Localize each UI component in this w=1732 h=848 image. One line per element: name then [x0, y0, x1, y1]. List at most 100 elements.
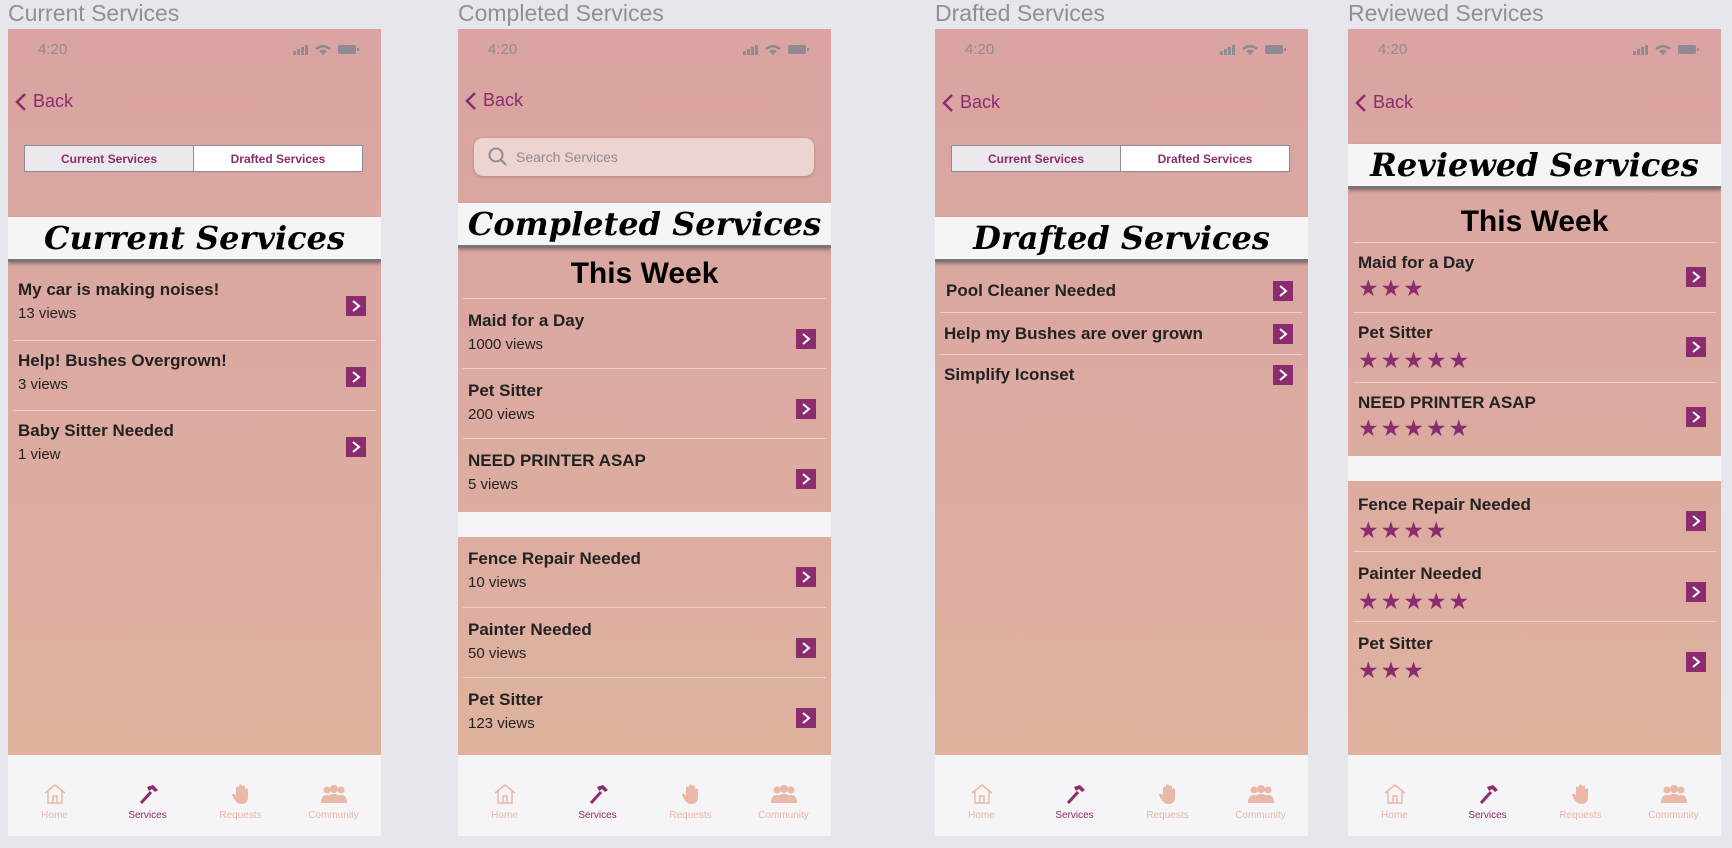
item-views: 1 view — [18, 446, 61, 463]
chevron-right-icon[interactable] — [346, 437, 366, 457]
list-item[interactable]: NEED PRINTER ASAP 5 views — [463, 438, 826, 509]
list-item[interactable]: Pet Sitter 123 views — [463, 677, 826, 748]
tab-services[interactable]: Services — [551, 783, 644, 821]
hammer-icon — [139, 785, 158, 805]
list-item[interactable]: Pet Sitter ★★★★★ — [1353, 312, 1716, 383]
chevron-right-icon[interactable] — [1273, 324, 1293, 344]
tab-services-label: Services — [128, 810, 167, 821]
tab-community[interactable]: Community — [287, 783, 380, 821]
search-input[interactable]: Search Services — [474, 138, 814, 176]
chevron-right-icon[interactable] — [1686, 407, 1706, 427]
tab-home-label: Home — [968, 810, 995, 821]
item-title: Pet Sitter — [1358, 634, 1433, 653]
tab-community[interactable]: Community — [737, 783, 830, 821]
list-item[interactable]: Painter Needed 50 views — [463, 607, 826, 678]
tab-requests[interactable]: Requests — [1121, 783, 1214, 821]
tab-services[interactable]: Services — [1028, 783, 1121, 821]
rating-stars: ★★★ — [1358, 657, 1426, 683]
tab-requests-label: Requests — [1146, 810, 1189, 821]
tab-services-label: Services — [578, 810, 617, 821]
tab-requests[interactable]: Requests — [194, 783, 287, 821]
back-button[interactable]: Back — [942, 92, 1000, 113]
tab-bar: Home Services Requests Community — [935, 755, 1308, 836]
back-button[interactable]: Back — [15, 91, 73, 112]
list-item[interactable]: Fence Repair Needed 10 views — [463, 537, 826, 607]
item-views: 13 views — [18, 305, 77, 322]
back-button[interactable]: Back — [1355, 92, 1413, 113]
segment-current-services[interactable]: Current Services — [25, 146, 194, 171]
item-title: Help my Bushes are over grown — [944, 324, 1203, 343]
tab-community-label: Community — [1648, 810, 1699, 821]
back-label: Back — [1373, 92, 1414, 112]
chevron-right-icon[interactable] — [796, 399, 816, 419]
status-time: 4:20 — [1378, 41, 1408, 58]
tab-home[interactable]: Home — [935, 783, 1028, 821]
item-title: Painter Needed — [1358, 564, 1482, 583]
chevron-right-icon[interactable] — [796, 638, 816, 658]
community-icon — [1247, 785, 1274, 803]
item-title: Pet Sitter — [1358, 323, 1433, 342]
tab-home[interactable]: Home — [1348, 783, 1441, 821]
search-placeholder: Search Services — [516, 149, 618, 165]
status-time: 4:20 — [965, 41, 995, 58]
chevron-right-icon[interactable] — [1273, 281, 1293, 301]
chevron-right-icon[interactable] — [796, 708, 816, 728]
segmented-control: Current Services Drafted Services — [24, 145, 363, 172]
tab-requests-label: Requests — [1559, 810, 1602, 821]
tab-community[interactable]: Community — [1627, 783, 1720, 821]
tab-home-label: Home — [41, 810, 68, 821]
section-divider — [458, 512, 831, 537]
segment-drafted-services[interactable]: Drafted Services — [194, 146, 362, 171]
list-item[interactable]: Pool Cleaner Needed — [940, 270, 1303, 312]
chevron-right-icon[interactable] — [1686, 511, 1706, 531]
segment-current-services[interactable]: Current Services — [952, 146, 1121, 171]
chevron-right-icon[interactable] — [1273, 365, 1293, 385]
rating-stars: ★★★★ — [1358, 517, 1449, 543]
list-item[interactable]: My car is making noises! 13 views — [13, 270, 376, 340]
list-item[interactable]: NEED PRINTER ASAP ★★★★★ — [1353, 382, 1716, 453]
list-item[interactable]: Fence Repair Needed ★★★★ — [1353, 481, 1716, 551]
chevron-left-icon — [942, 93, 953, 112]
chevron-right-icon[interactable] — [1686, 582, 1706, 602]
item-title: Baby Sitter Needed — [18, 421, 174, 440]
status-time: 4:20 — [38, 41, 68, 58]
chevron-right-icon[interactable] — [1686, 267, 1706, 287]
hand-icon — [231, 784, 248, 804]
tab-services-label: Services — [1055, 810, 1094, 821]
chevron-right-icon[interactable] — [796, 567, 816, 587]
list-item[interactable]: Maid for a Day ★★★ — [1353, 242, 1716, 313]
chevron-right-icon[interactable] — [796, 329, 816, 349]
chevron-right-icon[interactable] — [346, 367, 366, 387]
tab-community[interactable]: Community — [1214, 783, 1307, 821]
list-item[interactable]: Baby Sitter Needed 1 view — [13, 410, 376, 481]
item-title: Maid for a Day — [468, 311, 585, 330]
list-item[interactable]: Help! Bushes Overgrown! 3 views — [13, 340, 376, 411]
tab-home[interactable]: Home — [458, 783, 551, 821]
list-item[interactable]: Pet Sitter ★★★ — [1353, 621, 1716, 692]
tab-requests-label: Requests — [669, 810, 712, 821]
list-item[interactable]: Painter Needed ★★★★★ — [1353, 551, 1716, 622]
tab-requests[interactable]: Requests — [1534, 783, 1627, 821]
page-title: Current Services — [8, 217, 381, 262]
tab-requests[interactable]: Requests — [644, 783, 737, 821]
tab-services[interactable]: Services — [1441, 783, 1534, 821]
list-item[interactable]: Pet Sitter 200 views — [463, 368, 826, 439]
list-item[interactable]: Simplify Iconset — [940, 354, 1303, 397]
chevron-right-icon[interactable] — [346, 296, 366, 316]
item-views: 1000 views — [468, 336, 544, 353]
tab-home[interactable]: Home — [8, 783, 101, 821]
list-item[interactable]: Help my Bushes are over grown — [940, 312, 1303, 355]
back-button[interactable]: Back — [465, 90, 523, 111]
chevron-right-icon[interactable] — [1686, 337, 1706, 357]
item-views: 50 views — [468, 645, 527, 662]
drafted-services-screen: 4:20 Back Current Services Drafted Servi… — [935, 29, 1308, 836]
status-icons — [1633, 45, 1699, 55]
chevron-right-icon[interactable] — [796, 469, 816, 489]
rating-stars: ★★★★★ — [1358, 588, 1472, 614]
chevron-right-icon[interactable] — [1686, 652, 1706, 672]
back-label: Back — [960, 92, 1001, 112]
tab-services[interactable]: Services — [101, 783, 194, 821]
list-item[interactable]: Maid for a Day 1000 views — [463, 298, 826, 369]
segment-drafted-services[interactable]: Drafted Services — [1121, 146, 1289, 171]
current-services-screen: 4:20 Back Current Services Drafted Servi… — [8, 29, 381, 836]
